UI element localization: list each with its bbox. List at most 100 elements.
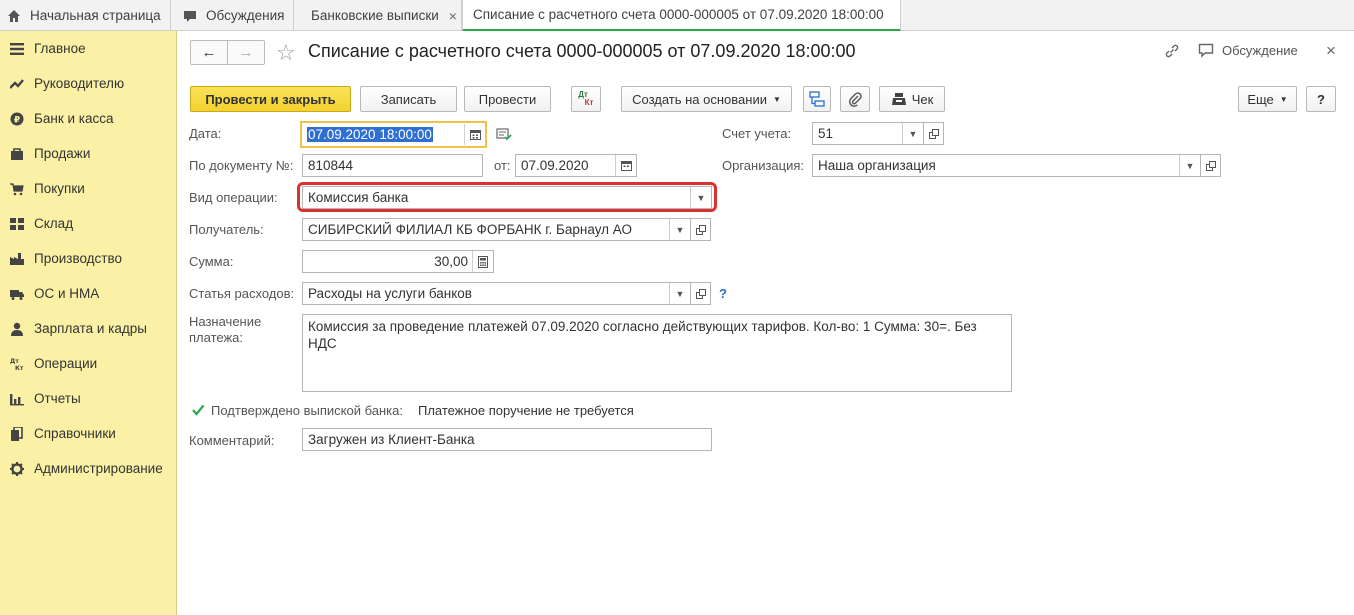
calendar-icon[interactable] bbox=[464, 124, 485, 145]
close-icon[interactable]: × bbox=[449, 8, 457, 24]
account-field[interactable]: 51 ▼ bbox=[812, 122, 924, 145]
document-check-icon[interactable] bbox=[496, 127, 512, 141]
comment-label: Комментарий: bbox=[189, 433, 275, 448]
sidebar-item-purchases[interactable]: Покупки bbox=[0, 171, 176, 206]
attach-button[interactable] bbox=[840, 86, 870, 112]
nav-buttons: ← → bbox=[190, 40, 265, 65]
forward-button[interactable]: → bbox=[228, 41, 264, 64]
close-form-button[interactable]: × bbox=[1326, 41, 1336, 61]
back-button[interactable]: ← bbox=[191, 41, 227, 64]
expense-item-label: Статья расходов: bbox=[189, 286, 295, 301]
sidebar-item-label: Руководителю bbox=[34, 76, 125, 91]
open-icon[interactable] bbox=[1200, 154, 1221, 177]
truck-icon bbox=[0, 287, 34, 301]
receipt-button[interactable]: Чек bbox=[879, 86, 945, 112]
dt-kt-button[interactable]: Дт Кт bbox=[571, 86, 601, 112]
sidebar-item-label: Справочники bbox=[34, 426, 116, 441]
cash-register-icon bbox=[891, 92, 907, 106]
tab-current-document[interactable]: Списание с расчетного счета 0000-000005 … bbox=[462, 0, 901, 32]
post-and-close-button[interactable]: Провести и закрыть bbox=[190, 86, 351, 112]
create-based-on-dropdown[interactable]: Создать на основании ▼ bbox=[621, 86, 792, 112]
tab-bank-statements[interactable]: Банковские выписки × bbox=[295, 0, 462, 31]
purpose-label: Назначение платежа: bbox=[189, 314, 262, 345]
sidebar-item-admin[interactable]: Администрирование bbox=[0, 451, 176, 486]
dropdown-arrow-icon[interactable]: ▼ bbox=[690, 187, 711, 208]
sidebar-item-label: Администрирование bbox=[34, 461, 163, 476]
receipt-label: Чек bbox=[911, 91, 934, 107]
dropdown-arrow-icon[interactable]: ▼ bbox=[1179, 155, 1200, 176]
operation-type-field[interactable]: Комиссия банка ▼ bbox=[302, 186, 712, 209]
sidebar-item-assets[interactable]: ОС и НМА bbox=[0, 276, 176, 311]
operation-type-label: Вид операции: bbox=[189, 190, 278, 205]
hierarchy-icon bbox=[809, 91, 825, 107]
dropdown-arrow-icon[interactable]: ▼ bbox=[669, 283, 690, 304]
sum-field[interactable]: 30,00 bbox=[302, 250, 494, 273]
calendar-icon[interactable] bbox=[615, 155, 636, 176]
doc-number-value: 810844 bbox=[308, 158, 354, 173]
save-button[interactable]: Записать bbox=[360, 86, 457, 112]
sidebar-item-label: ОС и НМА bbox=[34, 286, 100, 301]
date-field[interactable]: 07.09.2020 18:00:00 bbox=[300, 121, 487, 148]
create-based-label: Создать на основании bbox=[632, 91, 767, 107]
post-button[interactable]: Провести bbox=[464, 86, 551, 112]
sidebar-item-label: Покупки bbox=[34, 181, 85, 196]
books-icon bbox=[0, 426, 34, 441]
sidebar-item-production[interactable]: Производство bbox=[0, 241, 176, 276]
sidebar-item-sales[interactable]: Продажи bbox=[0, 136, 176, 171]
sidebar-item-label: Продажи bbox=[34, 146, 91, 161]
discussion-icon bbox=[1198, 43, 1214, 58]
dropdown-arrow-icon: ▼ bbox=[772, 94, 781, 104]
from-date-label: от: bbox=[494, 158, 511, 173]
account-label: Счет учета: bbox=[722, 126, 792, 141]
help-button[interactable]: ? bbox=[1306, 86, 1336, 112]
dropdown-arrow-icon[interactable]: ▼ bbox=[669, 219, 690, 240]
sidebar-item-reports[interactable]: Отчеты bbox=[0, 381, 176, 416]
bar-chart-icon bbox=[0, 392, 34, 406]
more-label: Еще bbox=[1247, 91, 1274, 107]
sidebar-item-operations[interactable]: Дт Кт Операции bbox=[0, 346, 176, 381]
date-value: 07.09.2020 18:00:00 bbox=[307, 127, 433, 142]
sidebar-item-warehouse[interactable]: Склад bbox=[0, 206, 176, 241]
discussion-button[interactable]: Обсуждение bbox=[1198, 43, 1298, 58]
tab-discussions[interactable]: Обсуждения bbox=[172, 0, 294, 31]
structure-button[interactable] bbox=[803, 86, 831, 112]
dropdown-arrow-icon[interactable]: ▼ bbox=[902, 123, 923, 144]
open-icon[interactable] bbox=[690, 218, 711, 241]
comment-field[interactable]: Загружен из Клиент-Банка bbox=[302, 428, 712, 451]
tab-label: Списание с расчетного счета 0000-000005 … bbox=[473, 7, 884, 22]
open-icon[interactable] bbox=[690, 282, 711, 305]
more-dropdown[interactable]: Еще ▼ bbox=[1238, 86, 1297, 112]
comment-value: Загружен из Клиент-Банка bbox=[308, 432, 475, 447]
date-label: Дата: bbox=[189, 126, 222, 141]
calculator-icon[interactable] bbox=[472, 251, 493, 272]
dt-kt-icon: Дт Кт bbox=[578, 90, 594, 107]
link-icon[interactable] bbox=[1164, 43, 1180, 59]
doc-number-field[interactable]: 810844 bbox=[302, 154, 483, 177]
tab-label: Обсуждения bbox=[206, 8, 285, 23]
purpose-textarea[interactable]: Комиссия за проведение платежей 07.09.20… bbox=[302, 314, 1012, 392]
expense-item-field[interactable]: Расходы на услуги банков ▼ bbox=[302, 282, 691, 305]
tab-label: Банковские выписки bbox=[311, 8, 439, 23]
organization-field[interactable]: Наша организация ▼ bbox=[812, 154, 1201, 177]
tab-bar: Начальная страница Обсуждения Банковские… bbox=[0, 0, 1354, 32]
sidebar-item-main[interactable]: Главное bbox=[0, 31, 176, 66]
sidebar-item-references[interactable]: Справочники bbox=[0, 416, 176, 451]
from-date-field[interactable]: 07.09.2020 bbox=[515, 154, 637, 177]
cart-icon bbox=[0, 182, 34, 196]
help-link[interactable]: ? bbox=[719, 286, 727, 301]
dropdown-arrow-icon: ▼ bbox=[1279, 94, 1288, 104]
sidebar-item-bank[interactable]: ₽ Банк и касса bbox=[0, 101, 176, 136]
favorite-star-icon[interactable]: ☆ bbox=[276, 40, 296, 66]
sidebar-item-label: Зарплата и кадры bbox=[34, 321, 147, 336]
open-icon[interactable] bbox=[923, 122, 944, 145]
sidebar-item-manager[interactable]: Руководителю bbox=[0, 66, 176, 101]
page-title: Списание с расчетного счета 0000-000005 … bbox=[308, 41, 856, 61]
recipient-field[interactable]: СИБИРСКИЙ ФИЛИАЛ КБ ФОРБАНК г. Барнаул А… bbox=[302, 218, 691, 241]
tab-home[interactable]: Начальная страница bbox=[0, 0, 171, 31]
confirmed-checkbox[interactable] bbox=[190, 402, 206, 418]
payment-order-note: Платежное поручение не требуется bbox=[418, 403, 634, 418]
purpose-value: Комиссия за проведение платежей 07.09.20… bbox=[308, 319, 977, 351]
doc-number-label: По документу №: bbox=[189, 158, 294, 173]
account-value: 51 bbox=[818, 126, 834, 141]
sidebar-item-salary[interactable]: Зарплата и кадры bbox=[0, 311, 176, 346]
